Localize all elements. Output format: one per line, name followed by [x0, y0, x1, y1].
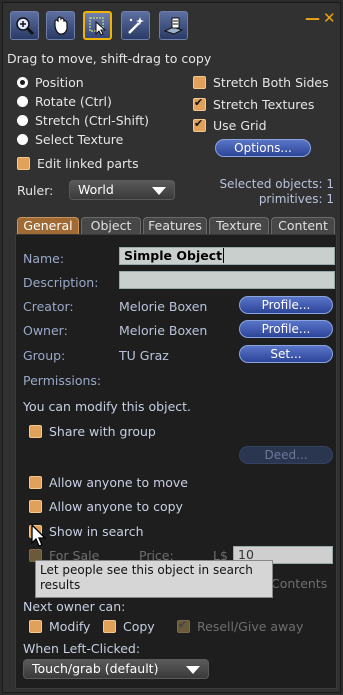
grab-hand-icon [54, 16, 68, 35]
mode-rotate-radio[interactable]: Rotate (Ctrl) [17, 92, 112, 110]
share-with-group-label: Share with group [49, 423, 156, 439]
group-label: Group: [23, 348, 66, 363]
stretch-both-checkbox[interactable]: Stretch Both Sides [193, 73, 329, 91]
checkbox-box [17, 156, 30, 170]
tab-content[interactable]: Content [271, 217, 335, 235]
use-grid-checkbox[interactable]: Use Grid [193, 116, 267, 134]
next-owner-resell-checkbox[interactable]: Resell/Give away [177, 617, 303, 635]
creator-label: Creator: [23, 299, 74, 314]
checkbox-box [193, 75, 206, 89]
land-tool-button[interactable] [159, 11, 188, 40]
mode-select-texture-label: Select Texture [35, 131, 124, 147]
land-icon [163, 17, 184, 35]
edit-linked-label: Edit linked parts [37, 155, 139, 171]
chevron-down-icon [152, 187, 166, 195]
checkbox-box [29, 475, 42, 489]
name-label: Name: [23, 251, 65, 266]
next-owner-label: Next owner can: [23, 599, 126, 614]
build-tools-floater: — ✕ Drag to move, shift-drag to copy Pos… [2, 2, 341, 693]
checkbox-box [193, 117, 206, 132]
next-owner-copy-checkbox[interactable]: Copy [103, 617, 155, 635]
permissions-label: Permissions: [23, 373, 102, 388]
allow-copy-label: Allow anyone to copy [49, 498, 183, 514]
options-button[interactable]: Options... [215, 139, 311, 157]
checkbox-box [193, 96, 206, 111]
minimize-icon: — [305, 9, 320, 27]
selected-objects-count: Selected objects: 1 [219, 177, 334, 191]
mode-stretch-radio[interactable]: Stretch (Ctrl-Shift) [17, 111, 149, 129]
group-value: TU Graz [119, 348, 169, 363]
checkbox-box [29, 499, 42, 513]
mode-rotate-label: Rotate (Ctrl) [35, 93, 112, 109]
deed-button[interactable]: Deed... [239, 446, 333, 464]
copy-label: Copy [123, 618, 155, 634]
owner-value: Melorie Boxen [119, 323, 208, 338]
radio-dot [17, 95, 28, 107]
ruler-dropdown[interactable]: World [69, 180, 175, 200]
grab-tool-button[interactable] [46, 11, 75, 40]
mode-position-label: Position [35, 74, 84, 90]
edit-linked-checkbox[interactable]: Edit linked parts [17, 154, 139, 172]
chevron-down-icon [186, 666, 200, 674]
owner-profile-button[interactable]: Profile... [239, 320, 333, 338]
mode-select-texture-radio[interactable]: Select Texture [17, 130, 123, 148]
resell-label: Resell/Give away [197, 618, 304, 634]
contents-label: Contents [271, 576, 328, 591]
create-tool-button[interactable] [121, 11, 150, 40]
magic-wand-icon [128, 17, 144, 34]
permissions-text: You can modify this object. [23, 399, 192, 414]
group-set-button[interactable]: Set... [239, 345, 333, 363]
tab-object[interactable]: Object [81, 217, 141, 235]
checkbox-box [29, 424, 42, 438]
tab-general[interactable]: General [17, 217, 79, 235]
checkbox-box [29, 619, 42, 633]
mode-stretch-label: Stretch (Ctrl-Shift) [35, 112, 149, 128]
text-caret [223, 248, 225, 263]
show-in-search-label: Show in search [49, 523, 144, 539]
primitives-count: primitives: 1 [258, 192, 334, 206]
name-field[interactable]: Simple Object [119, 247, 335, 265]
left-click-value: Touch/grab (default) [32, 661, 159, 676]
radio-dot [17, 76, 28, 88]
checkbox-box [103, 619, 116, 633]
ruler-value: World [78, 182, 114, 197]
hint-text: Drag to move, shift-drag to copy [7, 51, 212, 66]
tab-texture[interactable]: Texture [209, 217, 269, 235]
ruler-label: Ruler: [17, 183, 54, 198]
checkbox-box [177, 618, 190, 633]
left-click-dropdown[interactable]: Touch/grab (default) [23, 659, 209, 679]
mode-position-radio[interactable]: Position [17, 73, 84, 91]
close-icon: ✕ [323, 9, 336, 27]
zoom-icon [16, 17, 35, 36]
name-value: Simple Object [124, 248, 223, 263]
stretch-textures-label: Stretch Textures [213, 96, 315, 112]
description-label: Description: [23, 275, 99, 290]
use-grid-label: Use Grid [213, 117, 267, 133]
left-click-label: When Left-Clicked: [23, 641, 141, 656]
allow-move-checkbox[interactable]: Allow anyone to move [29, 473, 188, 491]
allow-copy-checkbox[interactable]: Allow anyone to copy [29, 497, 183, 515]
creator-profile-button[interactable]: Profile... [239, 296, 333, 314]
allow-move-label: Allow anyone to move [49, 474, 188, 490]
zoom-tool-button[interactable] [10, 11, 39, 40]
modify-label: Modify [49, 618, 91, 634]
mouse-pointer-icon [31, 523, 47, 547]
show-in-search-tooltip: Let people see this object in search res… [35, 560, 273, 598]
creator-value: Melorie Boxen [119, 299, 208, 314]
select-cursor-icon [89, 17, 107, 36]
stretch-both-label: Stretch Both Sides [213, 74, 329, 90]
description-field[interactable] [119, 271, 335, 289]
select-tool-button[interactable] [83, 11, 112, 40]
share-with-group-checkbox[interactable]: Share with group [29, 422, 156, 440]
stretch-textures-checkbox[interactable]: Stretch Textures [193, 95, 314, 113]
radio-dot [17, 133, 28, 145]
owner-label: Owner: [23, 323, 68, 338]
close-button[interactable]: ✕ [323, 9, 336, 27]
tab-features[interactable]: Features [143, 217, 207, 235]
next-owner-modify-checkbox[interactable]: Modify [29, 617, 90, 635]
radio-dot [17, 114, 28, 126]
minimize-button[interactable]: — [305, 9, 320, 27]
